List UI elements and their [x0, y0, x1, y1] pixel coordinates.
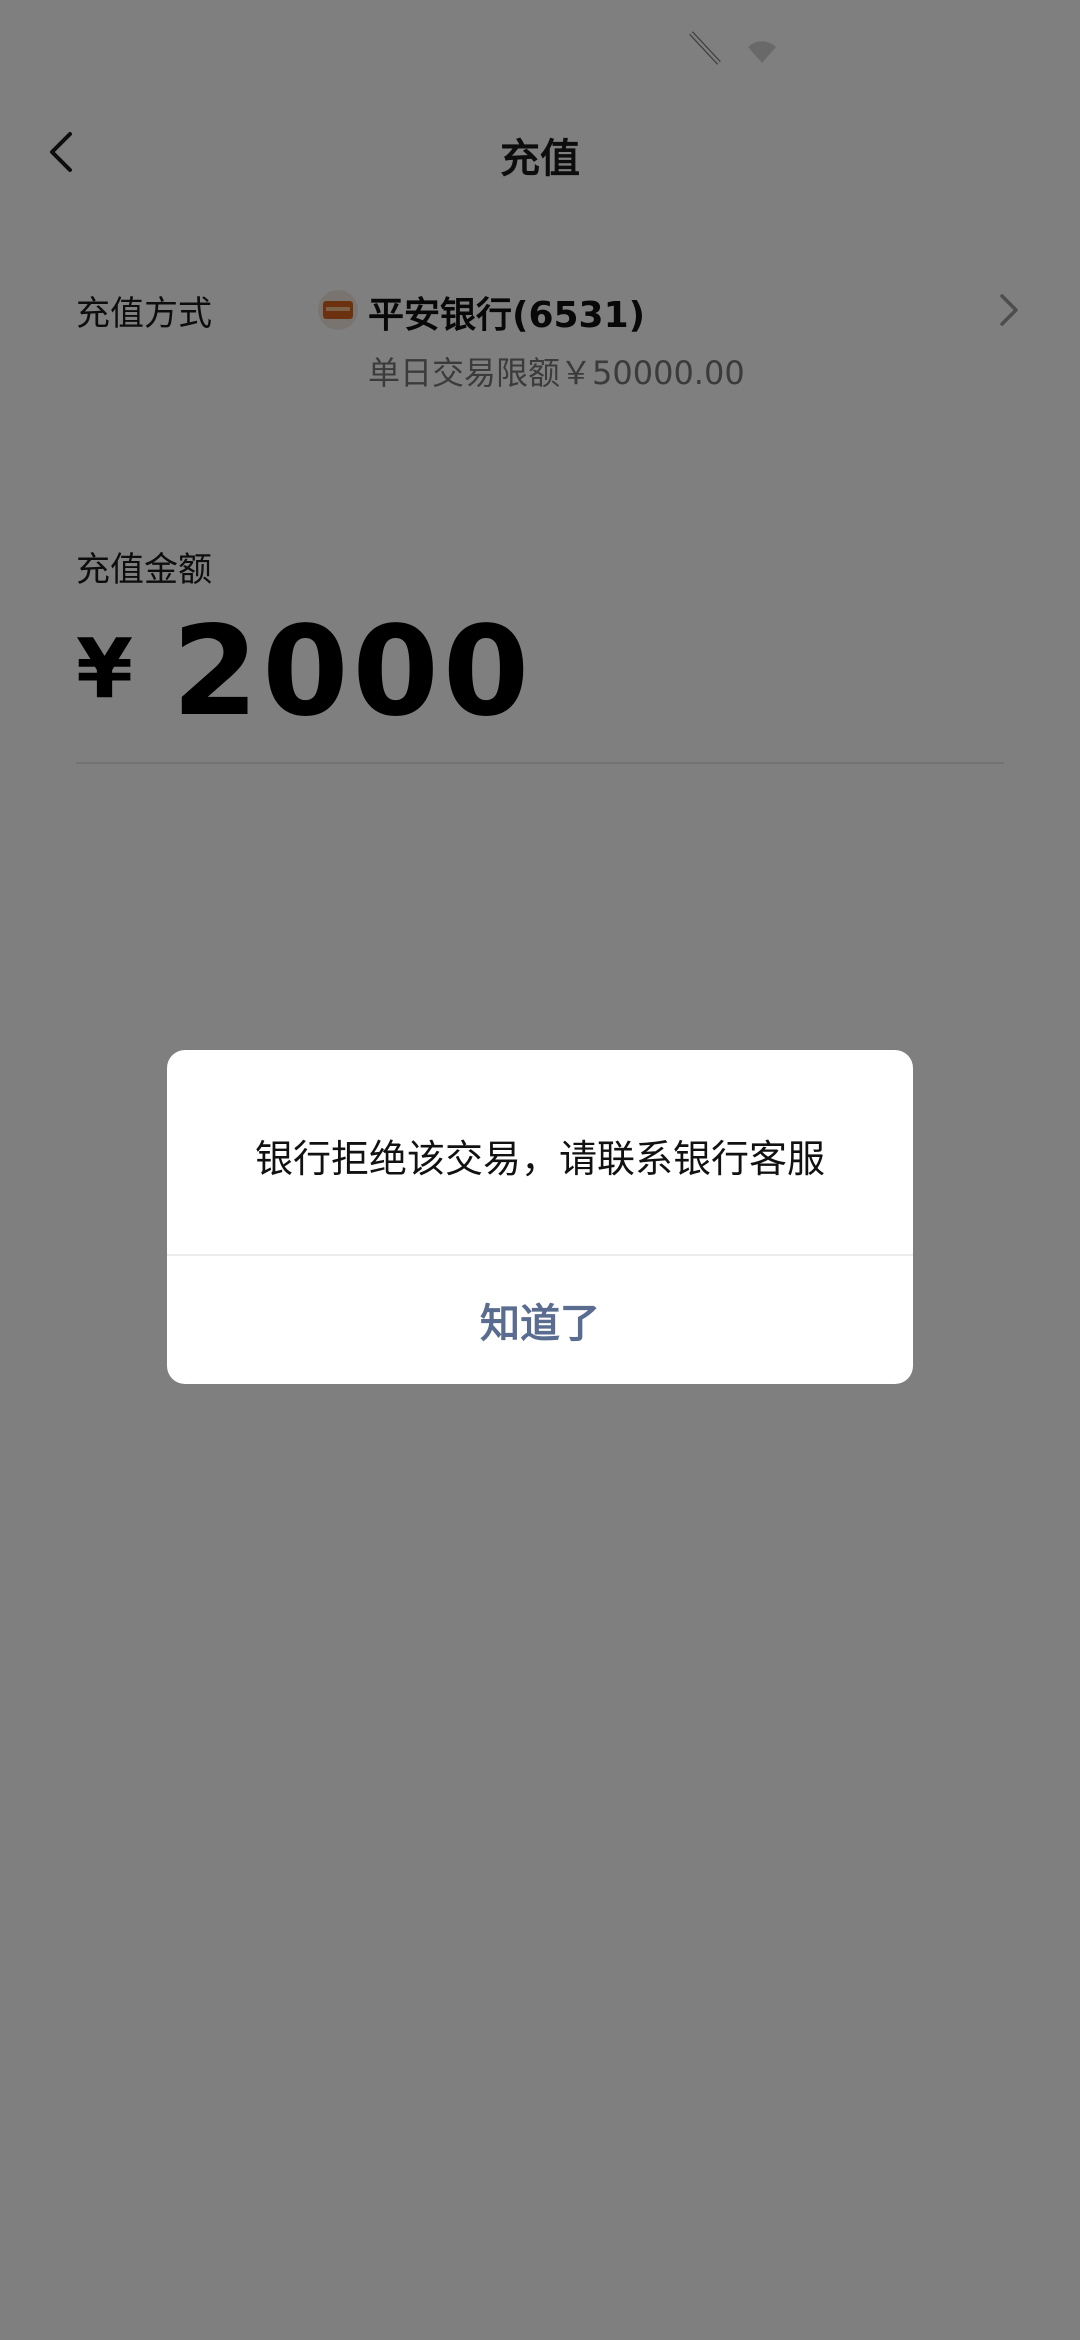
dialog-confirm-button[interactable]: 知道了 [167, 1256, 913, 1384]
dialog-message: 银行拒绝该交易，请联系银行客服 [254, 1137, 825, 1181]
alert-dialog: 银行拒绝该交易，请联系银行客服 知道了 [167, 1050, 913, 1384]
